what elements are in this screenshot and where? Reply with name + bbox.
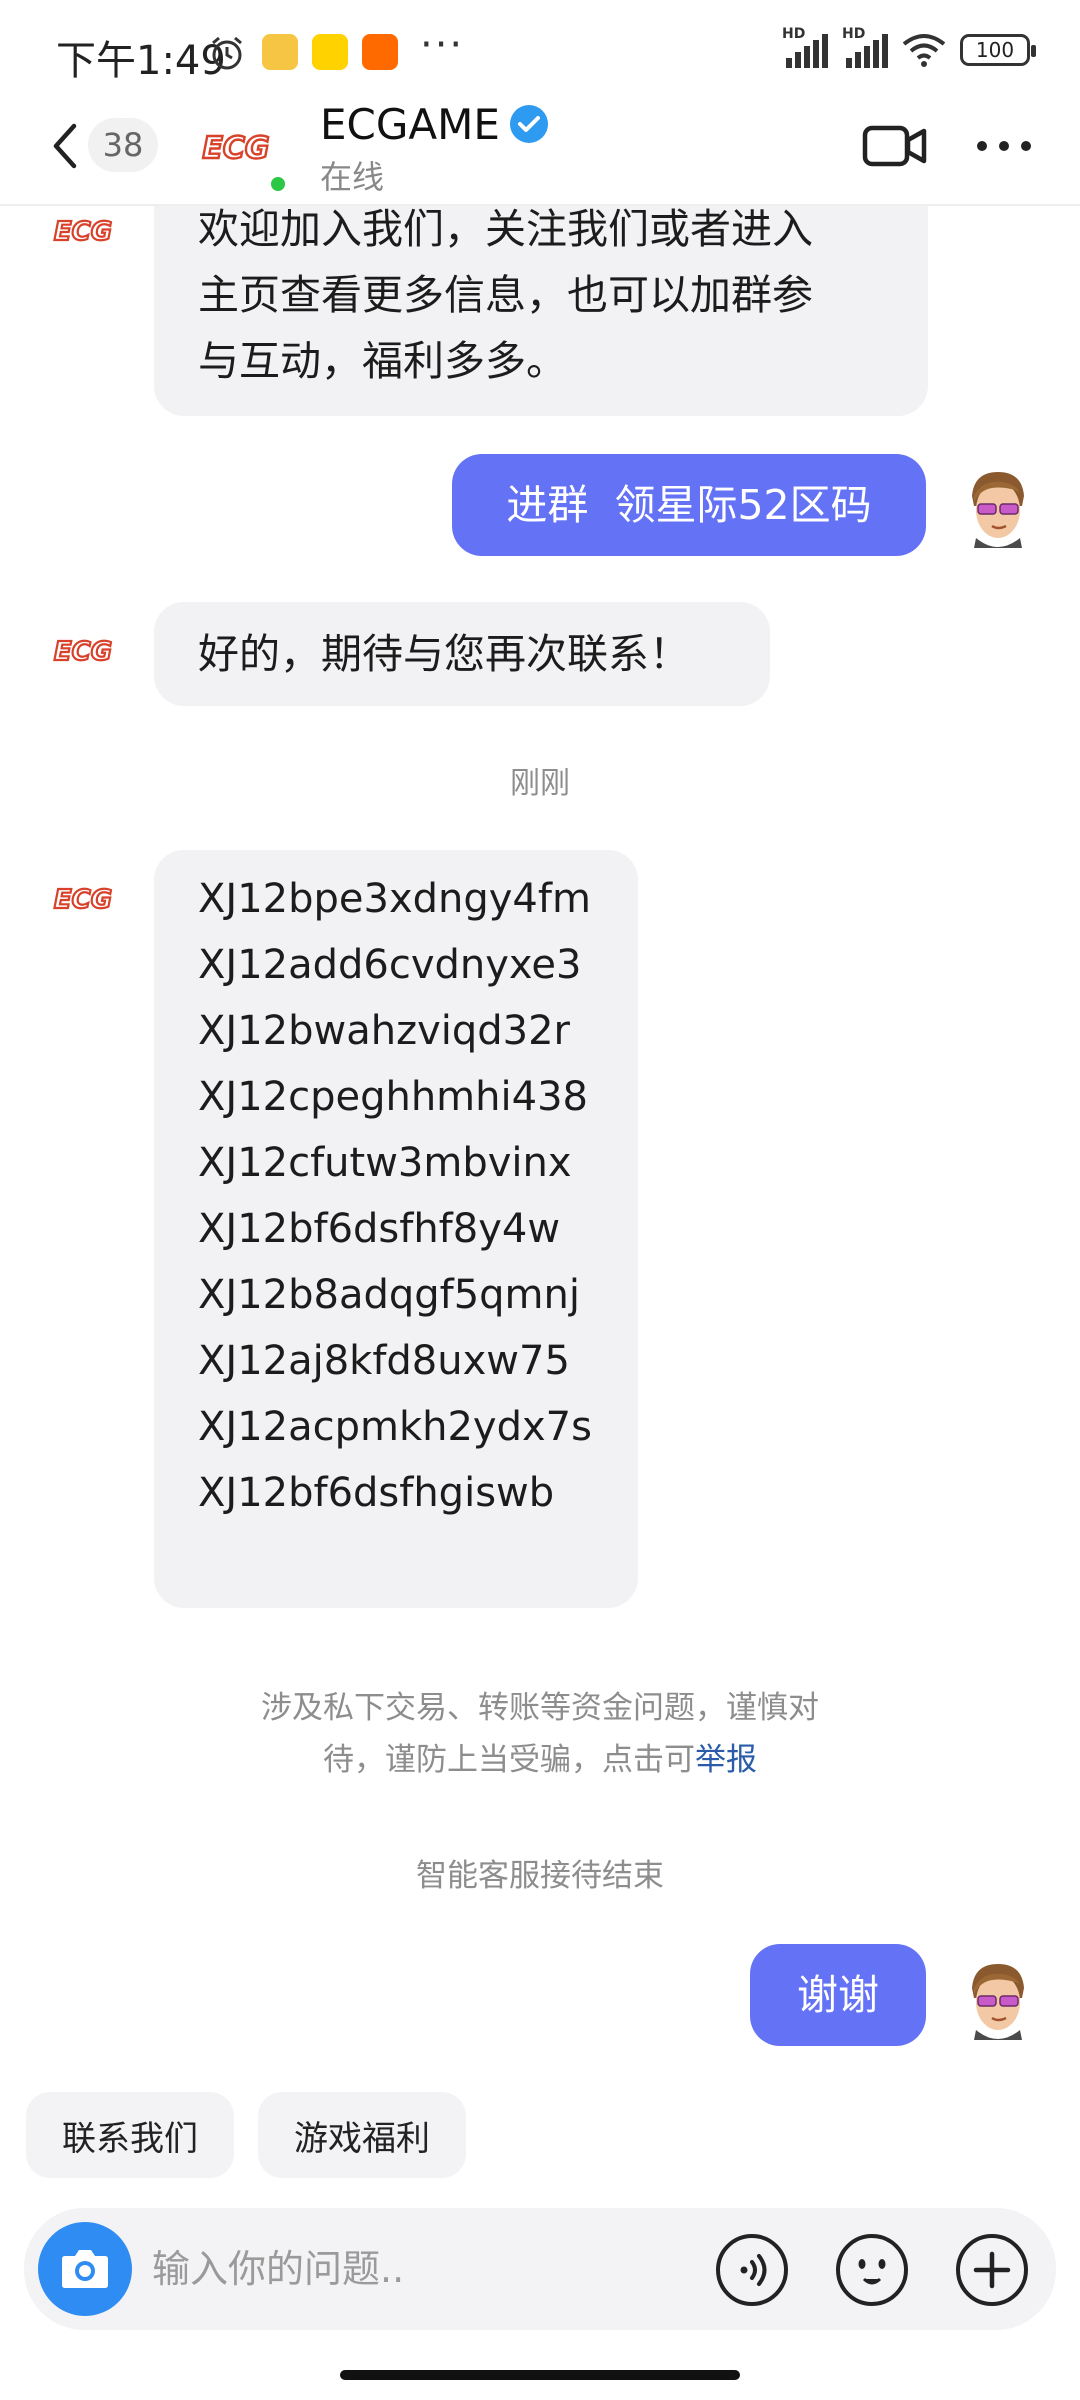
redeem-code[interactable]: XJ12cpeghhmhi438: [198, 1064, 598, 1130]
bot-avatar[interactable]: ECG: [44, 878, 122, 918]
home-indicator[interactable]: [340, 2370, 740, 2380]
chat-header: 38 ECG ECGAME 在线: [0, 100, 1080, 206]
redeem-code[interactable]: XJ12aj8kfd8uxw75: [198, 1328, 598, 1394]
emoji-icon[interactable]: [834, 2232, 910, 2308]
message-bubble-codes[interactable]: XJ12bpe3xdngy4fm XJ12add6cvdnyxe3 XJ12bw…: [154, 850, 638, 1608]
system-message: 智能客服接待结束: [416, 1858, 664, 1894]
online-indicator: [268, 174, 288, 194]
message-input[interactable]: [152, 2238, 712, 2300]
safety-notice: 涉及私下交易、转账等资金问题，谨慎对 待，谨防上当受骗，点击可举报: [0, 1682, 1080, 1786]
contact-name[interactable]: ECGAME: [320, 100, 500, 149]
status-time: 下午1:49: [56, 38, 226, 84]
safety-notice-text: 待，谨防上当受骗，点击可: [323, 1742, 695, 1778]
voice-input-icon[interactable]: [714, 2232, 790, 2308]
status-icons: HD HD 100: [782, 26, 1036, 70]
message-bubble-user[interactable]: 谢谢: [750, 1944, 926, 2046]
message-text-line: 欢迎加入我们，关注我们或者进入: [198, 206, 813, 253]
network-type-label: HD: [782, 26, 806, 42]
redeem-code[interactable]: XJ12cfutw3mbvinx: [198, 1130, 598, 1196]
redeem-code[interactable]: XJ12bwahzviqd32r: [198, 998, 598, 1064]
unread-count-badge[interactable]: 38: [88, 118, 158, 172]
svg-text:ECG: ECG: [54, 885, 112, 915]
app-icon-mi: [362, 34, 398, 70]
signal-icon: HD: [782, 26, 828, 68]
battery-icon: 100: [960, 34, 1036, 66]
bot-avatar[interactable]: ECG: [44, 210, 122, 250]
message-text: 谢谢: [797, 1971, 879, 2019]
report-link[interactable]: 举报: [695, 1742, 757, 1778]
camera-button[interactable]: [38, 2222, 132, 2316]
avatar-label: ECG: [202, 131, 269, 166]
redeem-code[interactable]: XJ12bf6dsfhgiswb: [198, 1460, 598, 1526]
safety-notice-line: 涉及私下交易、转账等资金问题，谨慎对: [261, 1690, 819, 1726]
redeem-code[interactable]: XJ12bpe3xdngy4fm: [198, 866, 598, 932]
redeem-code[interactable]: XJ12bf6dsfhf8y4w: [198, 1196, 598, 1262]
signal-icon-2: HD: [842, 26, 888, 68]
safety-notice-line: 待，谨防上当受骗，点击可举报: [0, 1734, 1080, 1786]
svg-text:ECG: ECG: [54, 637, 112, 667]
message-timestamp: 刚刚: [510, 766, 570, 801]
message-bubble-bot[interactable]: 好的，期待与您再次联系！: [154, 602, 770, 706]
app-icon-meituan: [312, 34, 348, 70]
user-avatar[interactable]: [962, 466, 1034, 548]
message-text-line: 与互动，福利多多。: [198, 337, 567, 385]
alarm-icon: [212, 36, 242, 70]
quick-reply-contact[interactable]: 联系我们: [26, 2092, 234, 2178]
camera-icon: [62, 2250, 108, 2288]
unread-count: 38: [102, 126, 144, 164]
add-attachment-icon[interactable]: [954, 2232, 1030, 2308]
verified-badge-icon: [510, 105, 548, 143]
contact-status: 在线: [320, 158, 385, 196]
redeem-code[interactable]: XJ12acpmkh2ydx7s: [198, 1394, 598, 1460]
more-options-icon[interactable]: [972, 120, 1036, 172]
message-text: 好的，期待与您再次联系！: [198, 630, 690, 678]
quick-reply-benefits[interactable]: 游戏福利: [258, 2092, 466, 2178]
chat-area[interactable]: ECG 欢迎加入我们，关注我们或者进入 主页查看更多信息，也可以加群参 与互动，…: [0, 206, 1080, 2086]
redeem-code[interactable]: XJ12b8adqgf5qmnj: [198, 1262, 598, 1328]
redeem-code[interactable]: XJ12add6cvdnyxe3: [198, 932, 598, 998]
video-call-icon[interactable]: [862, 120, 928, 172]
message-bubble-user[interactable]: 进群 领星际52区码: [452, 454, 926, 556]
bot-avatar[interactable]: ECG: [44, 630, 122, 670]
network-type-label-2: HD: [842, 26, 866, 42]
quick-reply-label: 联系我们: [62, 2118, 198, 2159]
quick-reply-label: 游戏福利: [294, 2118, 430, 2159]
status-bar: 下午1:49 ··· HD HD 100: [0, 0, 1080, 100]
wifi-icon: [902, 34, 946, 67]
back-button[interactable]: [46, 116, 86, 176]
more-notifications-icon: ···: [420, 22, 465, 68]
message-bubble-bot-welcome[interactable]: 欢迎加入我们，关注我们或者进入 主页查看更多信息，也可以加群参 与互动，福利多多…: [154, 206, 928, 416]
svg-text:ECG: ECG: [54, 217, 112, 247]
contact-avatar[interactable]: ECG: [196, 122, 276, 170]
app-icon-duck: [262, 34, 298, 70]
battery-level: 100: [975, 38, 1015, 62]
message-input-bar: [24, 2208, 1056, 2330]
user-avatar[interactable]: [962, 1958, 1034, 2040]
message-text: 进群 领星际52区码: [506, 481, 872, 529]
message-text-line: 主页查看更多信息，也可以加群参: [198, 271, 813, 319]
